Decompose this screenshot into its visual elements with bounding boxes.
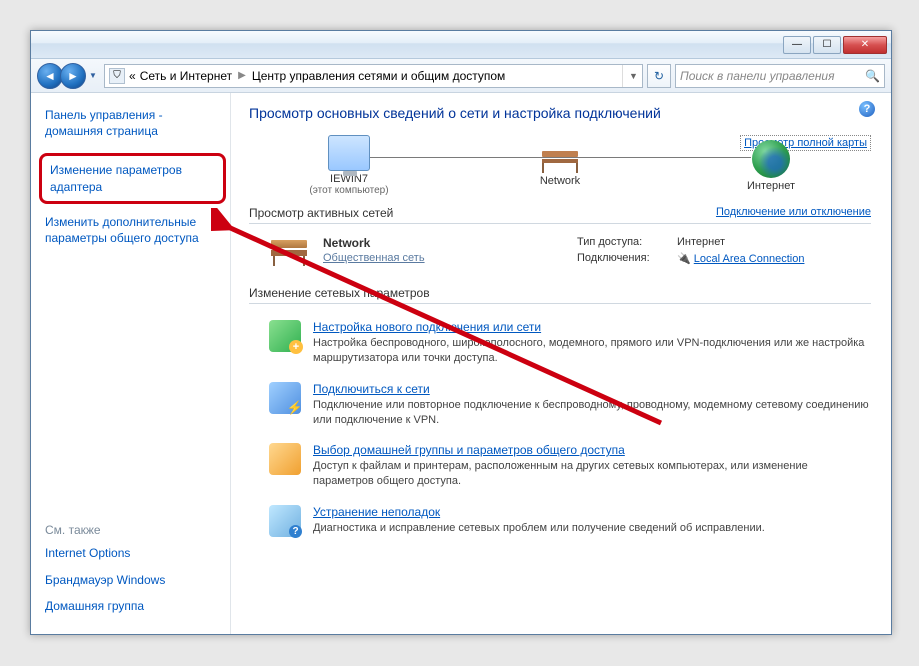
task-new-connection[interactable]: Настройка нового подключения или сети xyxy=(313,320,541,334)
task-list: Настройка нового подключения или сети На… xyxy=(249,312,871,545)
globe-icon xyxy=(752,140,790,178)
see-also-label: См. также xyxy=(45,523,220,537)
sidebar-homegroup[interactable]: Домашняя группа xyxy=(45,598,220,614)
forward-button[interactable]: ► xyxy=(60,63,86,89)
connection-link[interactable]: Local Area Connection xyxy=(694,253,805,265)
task-desc: Диагностика и исправление сетевых пробле… xyxy=(313,521,765,536)
nav-history-dropdown[interactable]: ▼ xyxy=(86,63,100,89)
computer-icon xyxy=(328,135,370,171)
task-troubleshoot[interactable]: Устранение неполадок xyxy=(313,505,440,519)
task-item: Подключиться к сети Подключение или повт… xyxy=(249,374,871,436)
minimize-button[interactable]: — xyxy=(783,36,811,54)
access-type-label: Тип доступа: xyxy=(577,236,677,249)
map-internet-label: Интернет xyxy=(701,180,841,192)
sidebar-adapter-link[interactable]: Изменение параметров адаптера xyxy=(50,162,215,194)
new-connection-icon xyxy=(269,320,301,352)
active-network-name: Network xyxy=(323,236,563,250)
address-dropdown[interactable]: ▼ xyxy=(622,65,638,87)
task-item: Устранение неполадок Диагностика и испра… xyxy=(249,497,871,545)
chevron-right-icon[interactable]: ▶ xyxy=(238,70,246,81)
access-type-value: Интернет xyxy=(677,236,871,249)
sidebar-sharing-link[interactable]: Изменить дополнительные параметры общего… xyxy=(45,214,220,246)
sidebar: Панель управления - домашняя страница Из… xyxy=(31,93,231,634)
network-bench-icon xyxy=(269,236,309,266)
active-networks-header: Просмотр активных сетей Подключение или … xyxy=(249,206,871,224)
sidebar-firewall[interactable]: Брандмауэр Windows xyxy=(45,572,220,588)
main-panel: ? Просмотр основных сведений о сети и на… xyxy=(231,93,891,634)
map-pc-sublabel: (этот компьютер) xyxy=(279,185,419,196)
connect-disconnect-link[interactable]: Подключение или отключение xyxy=(716,206,871,220)
bench-icon xyxy=(538,145,582,173)
task-desc: Подключение или повторное подключение к … xyxy=(313,398,871,428)
refresh-button[interactable]: ↻ xyxy=(647,64,671,88)
content-area: Панель управления - домашняя страница Из… xyxy=(31,93,891,634)
task-connect-network[interactable]: Подключиться к сети xyxy=(313,382,430,396)
map-this-pc[interactable]: IEWIN7 (этот компьютер) xyxy=(279,135,419,196)
sidebar-home-link[interactable]: Панель управления - домашняя страница xyxy=(45,107,220,139)
homegroup-icon xyxy=(269,443,301,475)
address-seg-2[interactable]: Центр управления сетями и общим доступом xyxy=(252,69,506,83)
active-network-details: Тип доступа: Интернет Подключения: 🔌 Loc… xyxy=(577,236,871,266)
sidebar-internet-options[interactable]: Internet Options xyxy=(45,545,220,561)
titlebar: — ☐ ✕ xyxy=(31,31,891,59)
network-map-section: Просмотр полной карты IEWIN7 (этот компь… xyxy=(249,135,871,196)
maximize-button[interactable]: ☐ xyxy=(813,36,841,54)
window: — ☐ ✕ ◄ ► ▼ ⛉ « Сеть и Интернет ▶ Центр … xyxy=(30,30,892,635)
address-bar: ◄ ► ▼ ⛉ « Сеть и Интернет ▶ Центр управл… xyxy=(31,59,891,93)
active-network-row: Network Общественная сеть Тип доступа: И… xyxy=(249,232,871,276)
troubleshoot-icon xyxy=(269,505,301,537)
search-placeholder: Поиск в панели управления xyxy=(680,69,835,83)
map-network[interactable]: Network xyxy=(490,145,630,187)
search-icon: 🔍 xyxy=(865,69,880,83)
address-seg-1[interactable]: Сеть и Интернет xyxy=(140,69,232,83)
sidebar-highlighted: Изменение параметров адаптера xyxy=(39,153,226,203)
change-settings-title: Изменение сетевых параметров xyxy=(249,286,430,300)
task-homegroup[interactable]: Выбор домашней группы и параметров общег… xyxy=(313,443,625,457)
map-network-label: Network xyxy=(490,175,630,187)
page-title: Просмотр основных сведений о сети и наст… xyxy=(249,105,871,121)
task-item: Выбор домашней группы и параметров общег… xyxy=(249,435,871,497)
address-field[interactable]: ⛉ « Сеть и Интернет ▶ Центр управления с… xyxy=(104,64,643,88)
connections-label: Подключения: xyxy=(577,252,677,266)
active-networks-title: Просмотр активных сетей xyxy=(249,206,393,220)
change-settings-header: Изменение сетевых параметров xyxy=(249,286,871,304)
connect-network-icon xyxy=(269,382,301,414)
active-network-info: Network Общественная сеть xyxy=(323,236,563,266)
close-button[interactable]: ✕ xyxy=(843,36,887,54)
search-input[interactable]: Поиск в панели управления 🔍 xyxy=(675,64,885,88)
task-desc: Настройка беспроводного, широкополосного… xyxy=(313,336,871,366)
task-item: Настройка нового подключения или сети На… xyxy=(249,312,871,374)
help-icon[interactable]: ? xyxy=(859,101,875,117)
plug-icon: 🔌 xyxy=(677,253,691,265)
task-desc: Доступ к файлам и принтерам, расположенн… xyxy=(313,459,871,489)
active-network-type[interactable]: Общественная сеть xyxy=(323,252,425,264)
location-icon: ⛉ xyxy=(109,68,125,84)
map-internet[interactable]: Интернет xyxy=(701,140,841,192)
address-prefix: « xyxy=(129,69,136,83)
